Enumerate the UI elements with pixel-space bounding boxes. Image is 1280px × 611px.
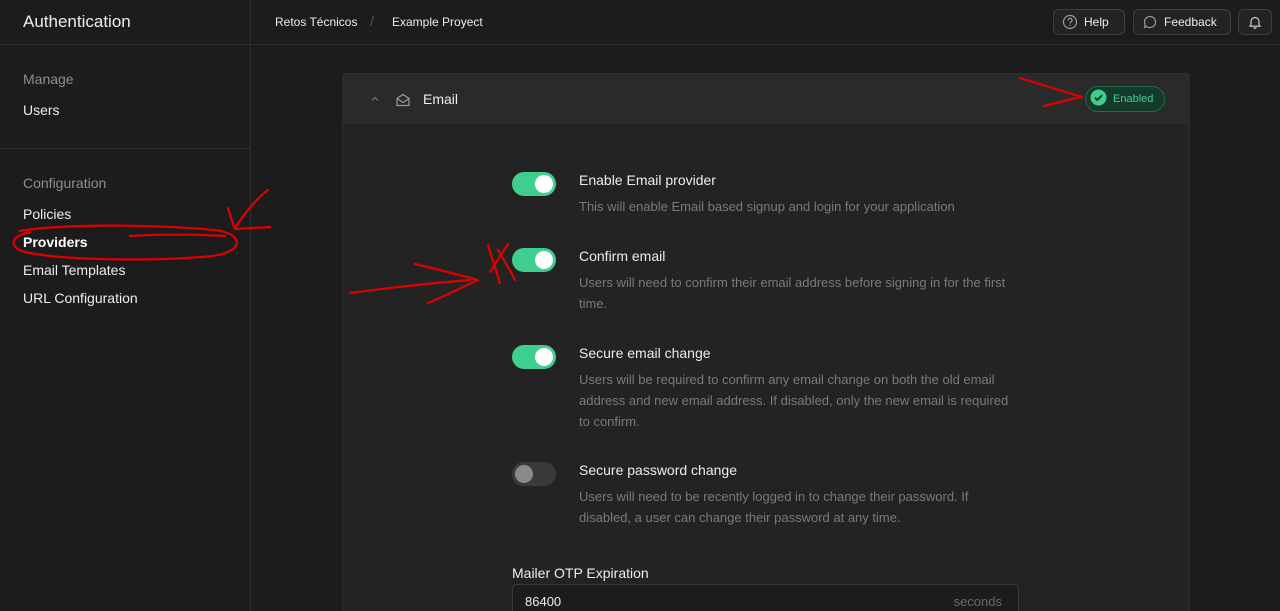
sidebar-divider xyxy=(0,148,251,149)
help-icon xyxy=(1062,14,1078,30)
status-badge: Enabled xyxy=(1085,86,1165,112)
check-circle-icon xyxy=(1090,89,1107,109)
otp-expiration-input[interactable] xyxy=(513,585,1018,611)
help-label: Help xyxy=(1084,15,1109,29)
email-provider-panel: Email Enabled Enable Email provider This… xyxy=(342,73,1190,611)
setting-title: Secure password change xyxy=(579,462,737,478)
status-badge-label: Enabled xyxy=(1113,93,1154,105)
email-panel-header[interactable]: Email Enabled xyxy=(343,74,1189,124)
setting-description: This will enable Email based signup and … xyxy=(579,199,955,214)
scrolled-text-fragment xyxy=(482,45,722,51)
envelope-open-icon xyxy=(395,92,411,113)
setting-title: Confirm email xyxy=(579,248,666,264)
panel-title: Email xyxy=(423,91,459,107)
feedback-button[interactable]: Feedback xyxy=(1133,9,1231,35)
main-content: Email Enabled Enable Email provider This… xyxy=(252,45,1280,611)
chat-bubble-icon xyxy=(1142,14,1158,30)
confirm-email-toggle[interactable] xyxy=(512,248,556,272)
help-button[interactable]: Help xyxy=(1053,9,1125,35)
sidebar-item-providers[interactable]: Providers xyxy=(23,234,88,250)
notifications-button[interactable] xyxy=(1238,9,1272,35)
breadcrumb-organization[interactable]: Retos Técnicos xyxy=(275,15,357,29)
breadcrumb-separator: / xyxy=(370,13,374,29)
secure-email-change-toggle[interactable] xyxy=(512,345,556,369)
chevron-up-icon[interactable] xyxy=(369,92,381,110)
sidebar-title: Authentication xyxy=(0,0,250,45)
sidebar-item-policies[interactable]: Policies xyxy=(23,206,71,222)
sidebar-item-users[interactable]: Users xyxy=(23,102,60,118)
sidebar-item-email-templates[interactable]: Email Templates xyxy=(23,262,125,278)
sidebar-group-manage: Manage xyxy=(23,71,74,87)
feedback-label: Feedback xyxy=(1164,15,1217,29)
bell-icon xyxy=(1247,14,1263,30)
setting-title: Enable Email provider xyxy=(579,172,716,188)
sidebar-item-url-configuration[interactable]: URL Configuration xyxy=(23,290,138,306)
topbar: Retos Técnicos / Example Proyect Help Fe… xyxy=(252,0,1280,45)
sidebar: Authentication Manage Users Configuratio… xyxy=(0,0,251,611)
setting-title: Secure email change xyxy=(579,345,711,361)
otp-expiration-unit: seconds xyxy=(953,594,1002,609)
setting-description: Users will need to be recently logged in… xyxy=(579,489,969,525)
otp-expiration-field[interactable]: seconds xyxy=(512,584,1019,611)
otp-expiration-label: Mailer OTP Expiration xyxy=(512,565,649,581)
sidebar-group-configuration: Configuration xyxy=(23,175,107,191)
secure-password-change-toggle[interactable] xyxy=(512,462,556,486)
breadcrumb-project[interactable]: Example Proyect xyxy=(392,15,483,29)
setting-description: Users will need to confirm their email a… xyxy=(579,275,1006,311)
setting-description: Users will be required to confirm any em… xyxy=(579,372,1009,429)
enable-email-provider-toggle[interactable] xyxy=(512,172,556,196)
